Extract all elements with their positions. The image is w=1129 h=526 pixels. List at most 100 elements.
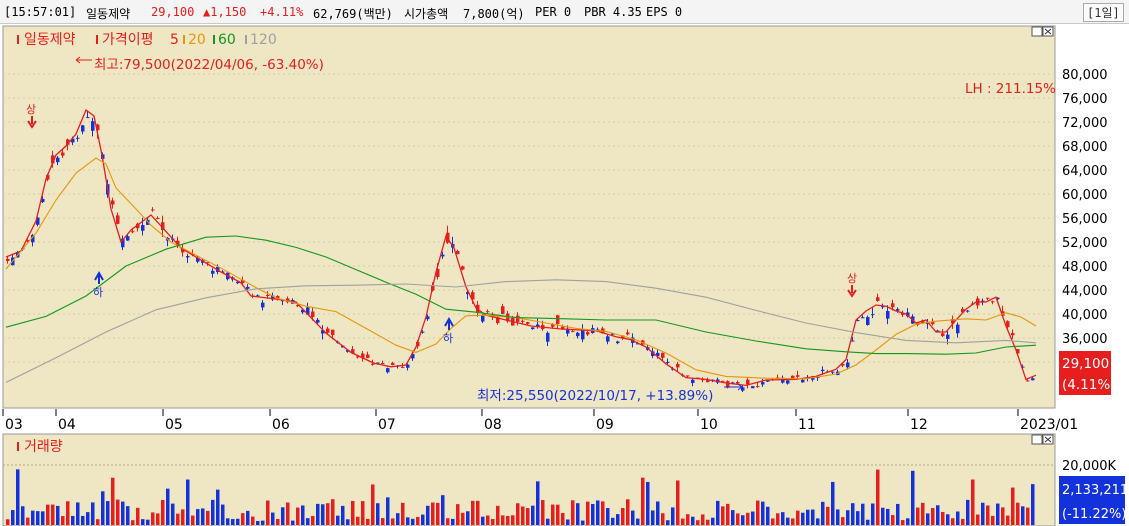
candle-body [586,332,590,335]
volume-bar [976,514,980,525]
volume-bar [491,519,495,525]
price-tick-label: 76,000 [1062,92,1108,107]
time-tick-label: 12 [910,417,928,433]
candle-body [746,379,750,385]
volume-bar [566,519,570,525]
candle-body [6,258,10,261]
volume-bar [726,503,730,525]
volume-pane-maximize-button[interactable] [1031,434,1043,445]
volume-bar [911,470,915,525]
volume-bar [846,510,850,525]
candle-body [461,266,465,270]
candle-body [261,302,265,308]
candle-body [576,332,580,337]
volume-bar [1031,484,1035,525]
candle-body [456,250,460,255]
volume-bar [16,469,20,525]
volume-bar [701,514,705,525]
volume-bar [451,518,455,525]
candle-body [966,310,970,312]
volume-bar [896,503,900,525]
high-annotation-text: 최고:79,500(2022/04/06, -63.40%) [94,57,324,73]
volume-bar [991,515,995,525]
volume-bar [826,506,830,525]
volume-bar [181,509,185,525]
candle-body [941,333,945,337]
volume-bar [391,518,395,525]
time-tick-label: 06 [272,417,290,433]
candle-body [571,331,575,333]
volume-bar [271,512,275,525]
candle-body [381,363,385,365]
volume-bar [886,508,890,525]
volume-bar [836,509,840,525]
volume-bar [501,515,505,525]
volume-bar [796,510,800,525]
volume-bar [171,503,175,525]
volume-bar [531,505,535,525]
volume-bar [816,518,820,525]
volume-bar [456,504,460,525]
volume-bar [506,516,510,525]
volume-bar [596,500,600,525]
volume-bar [126,506,130,525]
time-axis [3,409,1055,433]
volume-bar [196,509,200,525]
volume-bar [336,515,340,525]
volume-bar [571,500,575,525]
volume-bar [71,515,75,525]
volume-bar [416,516,420,525]
candle-body [616,341,620,344]
candle-body [81,125,85,132]
volume-bar [631,510,635,525]
volume-bar [601,501,605,525]
volume-bar [1016,502,1020,525]
volume-bar [446,518,450,525]
volume-bar [386,497,390,525]
volume-bar [686,514,690,525]
volume-bar [756,500,760,525]
candle-body [486,311,490,313]
price-tick-label: 64,000 [1062,164,1108,179]
mcap-label: 시가총액 [404,7,449,21]
volume-bar [971,479,975,525]
candle-body [876,297,880,301]
candle-body [76,137,80,139]
period-button[interactable]: [1일] [1083,3,1124,22]
per-text: PER 0 [535,5,572,19]
volume-bar [11,510,15,525]
limit-down-text: 하 [443,331,453,345]
stock-chart[interactable]: 80,000 76,000 72,000 68,000 64,000 60,000 56,0… [0,24,1129,526]
legend-marker-icon [183,35,185,44]
volume-bar [841,517,845,525]
candle-body [526,322,530,324]
candle-body [151,209,155,211]
volume-bar [986,505,990,525]
time-tick-label: 05 [165,417,183,433]
volume-bar [681,518,685,525]
legend-ma60: 60 [218,32,236,48]
volume-bar [831,481,835,525]
volume-bar [956,511,960,525]
volume-bar [256,520,260,525]
volume-bar [891,515,895,525]
volume-bar [916,507,920,525]
candle-body [556,315,560,324]
volume-bar [671,507,675,525]
candle-body [1026,380,1030,382]
change-text: ▲1,150 [203,5,247,19]
volume-bar [946,514,950,525]
volume-bar [576,503,580,525]
candle-body [156,218,160,220]
candle-body [986,297,990,299]
legend-stock-name: 일동제약 [24,32,76,48]
volume-bar [611,517,615,525]
pct-text: +4.11% [260,5,304,19]
volume-bar [381,518,385,525]
volume-bar [1001,507,1005,525]
volume-bar [441,495,445,525]
candle-body [851,340,855,342]
volume-bar [111,477,115,525]
time-tick-label: 07 [378,417,396,433]
pane-maximize-button[interactable] [1031,26,1043,37]
